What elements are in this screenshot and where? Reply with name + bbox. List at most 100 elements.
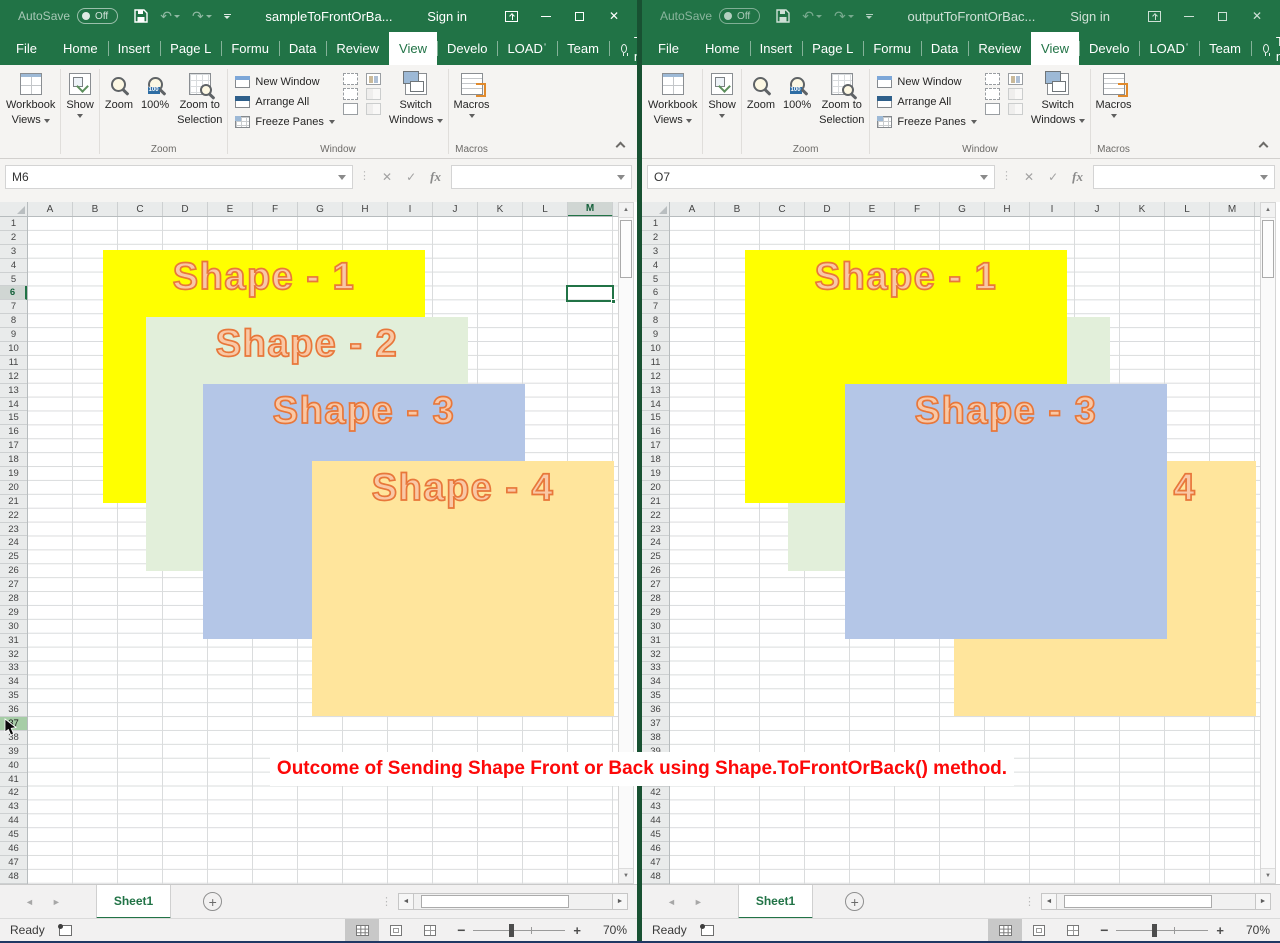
ribbon-display-options-button[interactable] [495, 0, 529, 32]
column-header-l[interactable]: L [523, 202, 568, 217]
row-header-6[interactable]: 6 [0, 286, 27, 300]
row-header-5[interactable]: 5 [0, 273, 27, 287]
formula-input[interactable] [451, 165, 632, 189]
row-header-31[interactable]: 31 [642, 634, 669, 648]
save-button[interactable] [134, 9, 148, 23]
confirm-entry-button[interactable]: ✓ [1048, 170, 1058, 184]
row-header-12[interactable]: 12 [0, 370, 27, 384]
tab-pagel[interactable]: Page L [160, 32, 221, 65]
redo-button[interactable]: ↷ [834, 9, 854, 23]
tab-data[interactable]: Data [279, 32, 326, 65]
row-header-43[interactable]: 43 [642, 800, 669, 814]
row-header-44[interactable]: 44 [642, 814, 669, 828]
scroll-left-button[interactable]: ◄ [1041, 893, 1057, 910]
reset-window-position-button[interactable] [366, 103, 381, 115]
row-header-10[interactable]: 10 [0, 342, 27, 356]
zoom-slider-thumb[interactable] [509, 924, 514, 937]
undo-button[interactable]: ↶ [160, 9, 180, 23]
macro-record-icon[interactable] [701, 925, 714, 936]
row-header-13[interactable]: 13 [642, 384, 669, 398]
row-header-22[interactable]: 22 [0, 509, 27, 523]
column-header-h[interactable]: H [343, 202, 388, 217]
chevron-down-icon[interactable] [1260, 175, 1268, 180]
row-header-23[interactable]: 23 [642, 523, 669, 537]
workbook-views-button[interactable]: Workbook Views [2, 69, 59, 127]
row-header-5[interactable]: 5 [642, 273, 669, 287]
row-header-10[interactable]: 10 [642, 342, 669, 356]
row-header-26[interactable]: 26 [0, 564, 27, 578]
tab-insert[interactable]: Insert [750, 32, 803, 65]
arrange-all-button[interactable]: Arrange All [877, 92, 976, 112]
view-page-break-button[interactable] [1056, 919, 1090, 942]
row-header-15[interactable]: 15 [0, 411, 27, 425]
formula-input[interactable] [1093, 165, 1275, 189]
arrange-all-button[interactable]: Arrange All [235, 92, 334, 112]
row-header-46[interactable]: 46 [0, 842, 27, 856]
show-button[interactable]: Show [704, 69, 740, 118]
column-header-c[interactable]: C [760, 202, 805, 217]
synchronous-scrolling-button[interactable] [366, 88, 381, 100]
row-header-8[interactable]: 8 [642, 314, 669, 328]
chevron-down-icon[interactable] [980, 175, 988, 180]
column-header-k[interactable]: K [1120, 202, 1165, 217]
macros-button[interactable]: Macros [450, 69, 494, 118]
row-header-13[interactable]: 13 [0, 384, 27, 398]
column-header-g[interactable]: G [940, 202, 985, 217]
row-header-23[interactable]: 23 [0, 523, 27, 537]
scroll-down-button[interactable]: ▼ [1261, 868, 1275, 883]
column-header-f[interactable]: F [253, 202, 298, 217]
maximize-button[interactable] [1206, 0, 1240, 32]
row-header-37[interactable]: 37 [642, 717, 669, 731]
reset-window-position-button[interactable] [1008, 103, 1023, 115]
split-button[interactable] [985, 73, 1000, 85]
macros-button[interactable]: Macros [1092, 69, 1136, 118]
row-header-29[interactable]: 29 [642, 606, 669, 620]
close-button[interactable]: ✕ [1240, 0, 1274, 32]
view-normal-button[interactable] [988, 919, 1022, 942]
sign-in-link[interactable]: Sign in [427, 9, 467, 24]
new-window-button[interactable]: New Window [877, 72, 976, 92]
tell-me-button[interactable]: Tell me [1251, 32, 1280, 65]
row-header-35[interactable]: 35 [642, 689, 669, 703]
view-page-layout-button[interactable] [1022, 919, 1056, 942]
column-header-i[interactable]: I [388, 202, 433, 217]
scroll-left-button[interactable]: ◄ [398, 893, 414, 910]
row-header-18[interactable]: 18 [642, 453, 669, 467]
redo-button[interactable]: ↷ [192, 9, 212, 23]
row-header-26[interactable]: 26 [642, 564, 669, 578]
sheet-nav-right-button[interactable]: ► [685, 897, 712, 907]
tab-insert[interactable]: Insert [108, 32, 161, 65]
row-header-3[interactable]: 3 [0, 245, 27, 259]
name-box[interactable]: O7 [647, 165, 995, 189]
row-header-21[interactable]: 21 [642, 495, 669, 509]
autosave-toggle[interactable]: Off [77, 8, 118, 24]
chevron-down-icon[interactable] [617, 175, 625, 180]
minimize-button[interactable] [1172, 0, 1206, 32]
unhide-button[interactable] [985, 103, 1000, 115]
row-header-47[interactable]: 47 [0, 856, 27, 870]
workbook-views-button[interactable]: Workbook Views [644, 69, 701, 127]
vertical-scroll-thumb[interactable] [1262, 220, 1274, 278]
macro-record-icon[interactable] [59, 925, 72, 936]
column-header-b[interactable]: B [73, 202, 118, 217]
synchronous-scrolling-button[interactable] [1008, 88, 1023, 100]
freeze-panes-button[interactable]: Freeze Panes [235, 112, 334, 132]
horizontal-scrollbar[interactable]: ◄ ► [1041, 893, 1271, 910]
qat-customize-button[interactable] [224, 14, 231, 19]
new-sheet-button[interactable]: + [203, 892, 222, 911]
tab-review[interactable]: Review [968, 32, 1031, 65]
sheet-nav-left-button[interactable]: ◄ [16, 897, 43, 907]
sheet-nav-right-button[interactable]: ► [43, 897, 70, 907]
view-page-layout-button[interactable] [379, 919, 413, 942]
zoom-button[interactable]: Zoom [743, 69, 779, 112]
column-header-d[interactable]: D [805, 202, 850, 217]
row-header-34[interactable]: 34 [642, 675, 669, 689]
scroll-right-button[interactable]: ► [612, 893, 628, 910]
row-header-9[interactable]: 9 [0, 328, 27, 342]
zoom-percent[interactable]: 70% [1236, 923, 1270, 937]
name-box[interactable]: M6 [5, 165, 353, 189]
chevron-down-icon[interactable] [338, 175, 346, 180]
row-header-3[interactable]: 3 [642, 245, 669, 259]
collapse-ribbon-icon[interactable] [616, 142, 626, 152]
tab-formu[interactable]: Formu [863, 32, 921, 65]
